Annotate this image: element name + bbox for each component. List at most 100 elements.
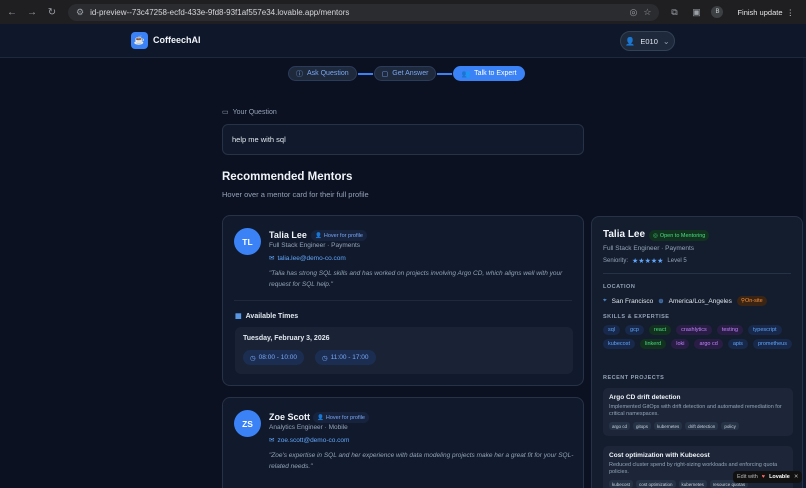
edit-with-lovable-badge[interactable]: Edit with ♥ Lovable ✕ xyxy=(733,471,803,483)
reload-icon[interactable]: ↻ xyxy=(46,7,58,18)
avatar: ZS xyxy=(234,410,261,437)
finish-update-button[interactable]: Finish update ⋮ xyxy=(731,6,800,19)
seniority-row: Seniority: ★★★★★ Level 5 xyxy=(603,257,687,265)
time-slot-label: 08:00 - 10:00 xyxy=(258,354,297,361)
step-get-answer[interactable]: ▢ Get Answer xyxy=(373,66,437,81)
project-description: Implemented GitOps with drift detection … xyxy=(609,404,782,417)
seniority-level: Level 5 xyxy=(667,258,687,264)
brand-name[interactable]: CoffeechAI xyxy=(153,35,201,45)
question-label-text: Your Question xyxy=(232,108,277,116)
skill-tag: linkerd xyxy=(640,339,667,349)
extensions-icon[interactable]: ⧉ xyxy=(667,7,681,18)
hover-profile-badge: 👤 Hover for profile xyxy=(313,412,369,423)
mentor-name: Talia Lee xyxy=(269,230,307,240)
skill-tag: testing xyxy=(716,325,744,335)
lovable-name: Lovable xyxy=(769,474,790,480)
mentor-email-link[interactable]: ✉ zoe.scott@demo-co.com xyxy=(269,436,350,445)
availability-day: Tuesday, February 3, 2026 ◷ 08:00 - 10:0… xyxy=(235,327,573,374)
hover-badge-label: Hover for profile xyxy=(325,414,365,421)
help-circle-icon: ⓘ xyxy=(296,70,303,78)
time-slot-button[interactable]: ◷ 11:00 - 17:00 xyxy=(315,350,376,365)
skill-tag: argo cd xyxy=(694,339,723,349)
location-city: San Francisco xyxy=(611,297,654,305)
project-tag: drift detection xyxy=(685,422,719,430)
project-tag: policy xyxy=(721,422,739,430)
users-icon: 👥 xyxy=(461,70,471,78)
user-label: E010 xyxy=(640,36,658,46)
time-slot-label: 11:00 - 17:00 xyxy=(330,354,369,361)
user-icon: 👤 xyxy=(317,414,324,421)
user-icon: 👤 xyxy=(315,232,322,239)
mentor-card[interactable]: TL Talia Lee 👤 Hover for profile Full St… xyxy=(222,215,584,386)
project-title: Argo CD drift detection xyxy=(609,394,681,401)
user-icon: 👤 xyxy=(625,36,636,46)
clock-icon: ◷ xyxy=(322,354,328,362)
project-tag: argo cd xyxy=(609,422,631,430)
skill-tag: react xyxy=(648,325,672,335)
location-row: ⌖ San Francisco ⊕ America/Los_Angeles ⚲ … xyxy=(603,296,767,306)
mentor-email: zoe.scott@demo-co.com xyxy=(277,436,350,444)
project-tag: cost optimization xyxy=(636,480,676,488)
finish-update-label: Finish update xyxy=(737,7,783,17)
step-label: Get Answer xyxy=(392,70,429,77)
step-label: Ask Question xyxy=(307,70,349,77)
back-icon[interactable]: ← xyxy=(6,7,18,18)
coffee-logo-icon[interactable]: ☕ xyxy=(131,32,148,49)
section-subtitle: Hover over a mentor card for their full … xyxy=(222,190,369,199)
forward-icon[interactable]: → xyxy=(26,7,38,18)
project-tag: kubecost xyxy=(609,480,634,488)
avatar: TL xyxy=(234,228,261,255)
divider xyxy=(603,273,791,274)
profile-name: Talia Lee xyxy=(603,229,646,240)
mentor-role: Full Stack Engineer · Payments xyxy=(269,242,361,249)
check-circle-icon: ◎ xyxy=(653,232,658,239)
available-times-label: Available Times xyxy=(245,312,299,320)
skill-tag: prometheus xyxy=(752,339,792,349)
mentor-email: talia.lee@demo-co.com xyxy=(277,254,346,262)
question-field[interactable]: help me with sql xyxy=(222,124,584,155)
progress-steps: ⓘ Ask Question ▢ Get Answer 👥 Talk to Ex… xyxy=(288,66,525,81)
location-timezone: America/Los_Angeles xyxy=(668,297,732,305)
browser-toolbar: ← → ↻ ⚙ id-preview--73c47258-ecfd-433e-9… xyxy=(0,0,806,24)
status-badge: ◎ Open to Mentoring xyxy=(649,230,710,241)
message-square-icon: ▭ xyxy=(222,109,229,116)
skill-tag: kubecost xyxy=(603,339,636,349)
app-header: ☕ CoffeechAI 👤 E010 ⌄ xyxy=(0,24,806,58)
mentor-email-link[interactable]: ✉ talia.lee@demo-co.com xyxy=(269,254,346,263)
address-bar[interactable]: ⚙ id-preview--73c47258-ecfd-433e-9fd8-93… xyxy=(68,3,660,21)
project-title: Cost optimization with Kubecost xyxy=(609,452,710,459)
project-tags: argo cd gitops kubernetes drift detection po… xyxy=(609,422,787,430)
sidebar-icon[interactable]: ▣ xyxy=(689,7,703,18)
eye-off-icon[interactable]: ◎ xyxy=(630,7,638,18)
user-menu-button[interactable]: 👤 E010 ⌄ xyxy=(620,31,675,51)
time-slot-button[interactable]: ◷ 08:00 - 10:00 xyxy=(243,350,304,365)
close-icon[interactable]: ✕ xyxy=(794,474,799,480)
skill-tag: crashlytics xyxy=(676,325,712,335)
message-icon: ▢ xyxy=(381,70,389,78)
lovable-prefix: Edit with xyxy=(737,474,758,480)
section-title: Recommended Mentors xyxy=(222,171,353,183)
mail-icon: ✉ xyxy=(269,437,275,444)
step-ask-question[interactable]: ⓘ Ask Question xyxy=(288,66,357,81)
lovable-heart-icon: ♥ xyxy=(761,474,766,480)
skills-list: sql gcp react crashlytics testing typescript k… xyxy=(603,325,795,349)
star-icon[interactable]: ☆ xyxy=(643,7,651,18)
skills-heading: SKILLS & EXPERTISE xyxy=(603,314,670,320)
skill-tag: typescript xyxy=(748,325,782,335)
available-times-heading: ▦ Available Times xyxy=(235,312,299,321)
project-tag: kubernetes xyxy=(678,480,707,488)
site-info-icon[interactable]: ⚙ xyxy=(76,7,84,18)
profile-avatar[interactable]: B xyxy=(711,6,724,18)
globe-icon: ⊕ xyxy=(658,298,664,305)
chevron-down-icon: ⌄ xyxy=(662,36,670,46)
clock-icon: ◷ xyxy=(250,354,256,362)
step-connector xyxy=(357,72,373,75)
mentor-card[interactable]: ZS Zoe Scott 👤 Hover for profile Analyti… xyxy=(222,397,584,488)
step-talk-to-expert[interactable]: 👥 Talk to Expert xyxy=(453,66,525,81)
mentor-reason: "Zoe's expertise in SQL and her experien… xyxy=(269,452,574,470)
profile-role: Full Stack Engineer · Payments xyxy=(603,245,695,252)
more-menu-icon[interactable]: ⋮ xyxy=(787,8,795,17)
divider xyxy=(234,300,572,301)
availability-date: Tuesday, February 3, 2026 xyxy=(243,335,330,342)
projects-heading: RECENT PROJECTS xyxy=(603,375,665,381)
